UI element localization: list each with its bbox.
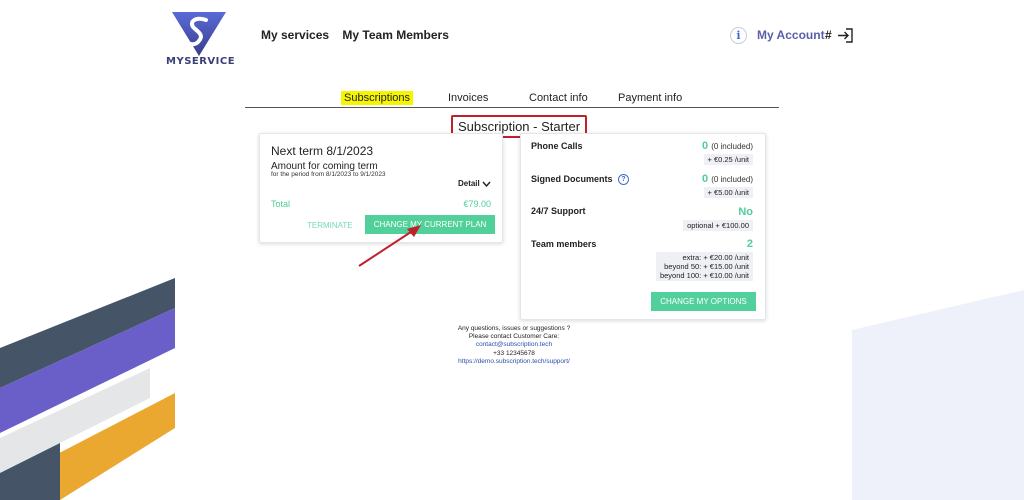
support-value: No [738,206,753,218]
tabs-bar: Subscriptions Invoices Contact info Paym… [245,90,779,108]
help-question-icon[interactable]: ? [618,174,629,185]
team-members-extra-line: beyond 50: + €15.00 /unit [664,262,749,271]
info-icon[interactable]: i [730,27,747,44]
decorative-shape-right [852,290,1024,500]
phone-calls-included: (0 included) [711,142,753,151]
footer-email-link[interactable]: contact@subscription.tech [414,341,614,349]
nav-my-team-members[interactable]: My Team Members [342,28,448,42]
options-card: Phone Calls 0 (0 included) + €0.25 /unit… [520,133,766,320]
footer-line: Any questions, issues or suggestions ? [457,325,571,332]
support-label: 24/7 Support [531,206,586,216]
main-nav: My services My Team Members [261,28,459,42]
hash-link[interactable]: # [825,28,832,42]
change-my-options-button[interactable]: CHANGE MY OPTIONS [651,292,756,311]
phone-calls-count: 0 [702,140,709,152]
footer-support-link[interactable]: https://demo.subscription.tech/support/ [414,358,614,366]
footer-contact: Any questions, issues or suggestions ? P… [414,325,614,366]
signed-documents-value: 0 (0 included) [702,173,753,185]
detail-label: Detail [457,179,480,188]
team-members-value: 2 [746,238,753,250]
tab-invoices[interactable]: Invoices [448,92,488,104]
phone-calls-value: 0 (0 included) [702,140,753,152]
tab-subscriptions[interactable]: Subscriptions [341,91,414,105]
support-extra: optional + €100.00 [683,220,753,231]
team-members-extra-line: extra: + €20.00 /unit [682,253,749,262]
footer-line: Please contact Customer Care: [468,333,560,341]
top-bar [0,0,1024,90]
team-members-extra-line: beyond 100: + €10.00 /unit [659,271,749,280]
my-account-link[interactable]: My Account [757,28,825,42]
team-members-extra: extra: + €20.00 /unit beyond 50: + €15.0… [655,252,753,281]
tab-contact-info[interactable]: Contact info [529,92,588,104]
total-label: Total [271,199,291,209]
footer-phone: +33 12345678 [493,349,535,357]
signed-documents-count: 0 [702,173,709,185]
total-value: €79.00 [463,199,491,209]
period-text: for the period from 8/1/2023 to 9/1/2023 [271,171,386,178]
signed-documents-extra: + €5.00 /unit [703,187,753,198]
phone-calls-extra: + €0.25 /unit [703,154,753,165]
terminate-link[interactable]: TERMINATE [307,221,353,230]
annotation-arrow-icon [358,225,421,267]
detail-toggle[interactable]: Detail [458,179,491,188]
phone-calls-label: Phone Calls [531,141,583,151]
logout-icon[interactable] [837,28,853,43]
signed-documents-label: Signed Documents [531,174,613,184]
decorative-stripes-left [0,278,175,500]
tab-payment-info[interactable]: Payment info [618,92,682,104]
signed-documents-included: (0 included) [711,175,753,184]
next-term-label: Next term 8/1/2023 [271,144,374,158]
nav-my-services[interactable]: My services [261,28,329,42]
team-members-label: Team members [531,239,597,249]
chevron-down-icon [482,181,491,187]
logo-text: MYSERVICE [166,56,236,67]
